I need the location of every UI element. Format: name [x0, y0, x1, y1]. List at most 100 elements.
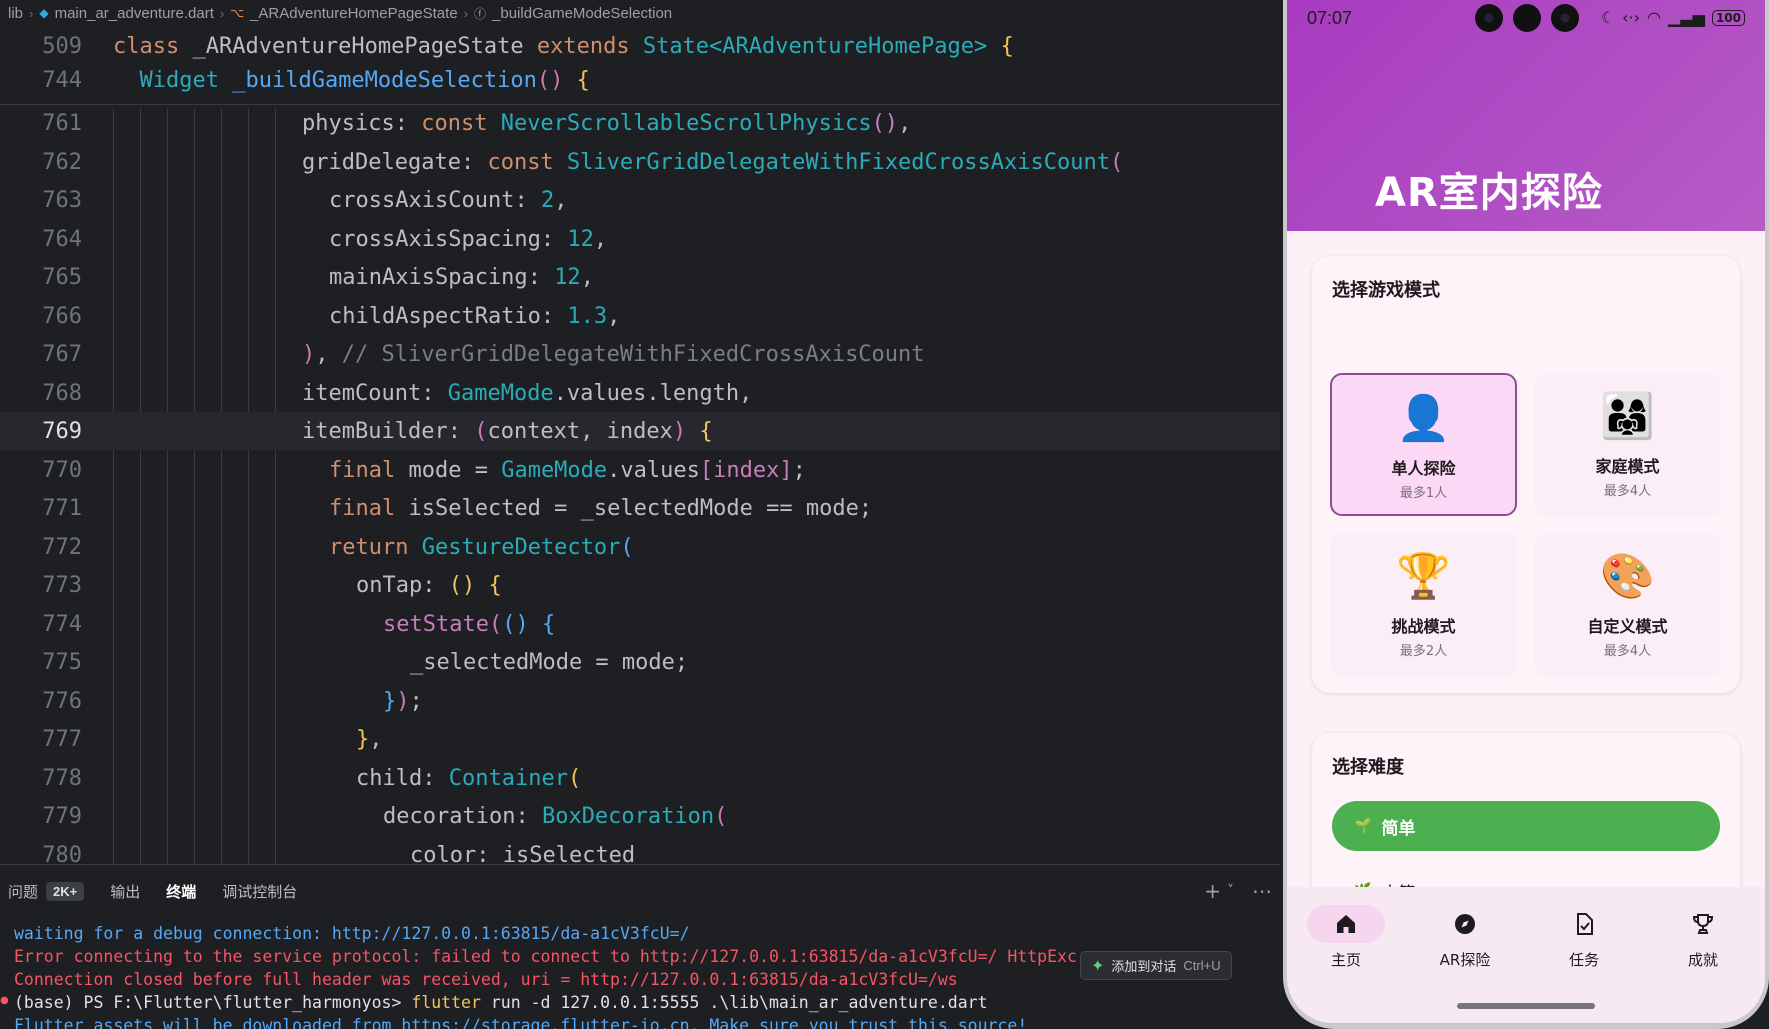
code-text: setState(() { [383, 611, 556, 637]
code-text: return GestureDetector( [329, 534, 634, 560]
mode-capacity: 最多4人 [1603, 484, 1652, 499]
code-text: itemCount: GameMode.values.length, [302, 380, 753, 406]
code-line[interactable]: 774 setState(() { [0, 605, 1280, 643]
dart-file-icon: ◆ [39, 6, 49, 20]
nav-home[interactable]: 主页 [1301, 905, 1391, 970]
nav-tasks[interactable]: 任务 [1539, 905, 1629, 970]
terminal-line: Error connecting to the service protocol… [14, 947, 1077, 966]
line-number: 761 [42, 110, 82, 136]
code-line[interactable]: 766 childAspectRatio: 1.3, [0, 297, 1280, 335]
camera-icon [1551, 4, 1579, 32]
family-icon: 👨‍👩‍👧 [1600, 391, 1655, 442]
tab-label: 终端 [166, 883, 197, 901]
terminal-line: Flutter assets will be downloaded from h… [14, 1016, 1028, 1029]
trophy-icon [1692, 914, 1714, 934]
camera-icon [1513, 4, 1541, 32]
trophy-icon: 🏆 [1396, 551, 1451, 602]
add-terminal-icon[interactable]: + [1204, 879, 1221, 903]
code-line[interactable]: 763 crossAxisCount: 2, [0, 181, 1280, 219]
code-line[interactable]: 773 onTap: () { [0, 566, 1280, 604]
difficulty-easy-button[interactable]: 🌱 简单 [1332, 801, 1720, 851]
mode-tile-family[interactable]: 👨‍👩‍👧 家庭模式 最多4人 [1534, 373, 1721, 516]
nav-icon-container [1545, 905, 1623, 943]
status-time: 07:07 [1307, 7, 1353, 28]
code-line[interactable]: 771 final isSelected = _selectedMode == … [0, 489, 1280, 527]
add-to-chat-button[interactable]: ✦ 添加到对话 Ctrl+U [1080, 951, 1232, 980]
nav-ar-explore[interactable]: AR探险 [1420, 905, 1510, 970]
code-text: crossAxisCount: 2, [329, 187, 568, 213]
task-icon [1577, 913, 1593, 935]
terminal-args: run -d 127.0.0.1:5555 .\lib\main_ar_adve… [480, 993, 988, 1012]
code-line[interactable]: 764 crossAxisSpacing: 12, [0, 220, 1280, 258]
tab-output[interactable]: 输出 [110, 881, 140, 902]
code-editor[interactable]: lib › ◆ main_ar_adventure.dart › ⌥ _ARAd… [0, 0, 1280, 864]
sticky-line[interactable]: 744 Widget _buildGameModeSelection() { [0, 61, 1280, 99]
compass-icon [1455, 914, 1475, 934]
breadcrumb: lib › ◆ main_ar_adventure.dart › ⌥ _ARAd… [0, 0, 1280, 26]
terminal-command-line: (base) PS F:\Flutter\flutter_harmonyos> … [14, 993, 988, 1015]
chevron-right-icon: › [463, 5, 469, 21]
line-number: 765 [42, 264, 82, 290]
code-text: Widget _buildGameModeSelection() { [139, 67, 590, 93]
line-number: 762 [42, 149, 82, 175]
mode-name: 单人探险 [1391, 459, 1456, 478]
code-line[interactable]: 762 gridDelegate: const SliverGridDelega… [0, 143, 1280, 181]
mode-name: 自定义模式 [1587, 617, 1668, 636]
section-title: 选择难度 [1332, 757, 1404, 778]
code-text: decoration: BoxDecoration( [383, 803, 728, 829]
line-number: 772 [42, 534, 82, 560]
code-line[interactable]: 772 return GestureDetector( [0, 528, 1280, 566]
code-line[interactable]: 777 }, [0, 720, 1280, 758]
sticky-line[interactable]: 509 class _ARAdventureHomePageState exte… [0, 27, 1280, 65]
code-line[interactable]: 770 final mode = GameMode.values[index]; [0, 451, 1280, 489]
chevron-down-icon[interactable]: ˅ [1227, 883, 1234, 903]
code-line[interactable]: 780 color: isSelected [0, 836, 1280, 865]
nav-label: 成就 [1687, 951, 1718, 969]
tab-debug-console[interactable]: 调试控制台 [222, 881, 297, 902]
tab-terminal[interactable]: 终端 [166, 881, 196, 902]
phone-screen[interactable]: 07:07 ☾ ‹·› ◠ ▁▃▅ 100 AR室内探险 选择游戏模式 👤 单人… [1287, 0, 1765, 1023]
code-line[interactable]: 761 physics: const NeverScrollableScroll… [0, 104, 1280, 142]
code-text: }); [383, 688, 423, 714]
mode-tile-solo[interactable]: 👤 单人探险 最多1人 [1330, 373, 1517, 516]
line-number: 768 [42, 380, 82, 406]
mode-tile-challenge[interactable]: 🏆 挑战模式 最多2人 [1330, 533, 1517, 676]
line-number: 767 [42, 341, 82, 367]
code-line[interactable]: 767 ), // SliverGridDelegateWithFixedCro… [0, 335, 1280, 373]
breadcrumb-root[interactable]: lib [8, 5, 23, 22]
code-text: final isSelected = _selectedMode == mode… [329, 495, 873, 521]
code-line[interactable]: 778 child: Container( [0, 759, 1280, 797]
panel-actions: + ˅ ⋯ [1204, 879, 1272, 903]
code-line-current[interactable]: 769 itemBuilder: (context, index) { [0, 412, 1280, 450]
camera-cutout [1475, 4, 1579, 32]
code-line[interactable]: 776 }); [0, 682, 1280, 720]
code-text: childAspectRatio: 1.3, [329, 303, 621, 329]
code-text: final mode = GameMode.values[index]; [329, 457, 806, 483]
status-icons: ☾ ‹·› ◠ ▁▃▅ 100 [1601, 8, 1745, 27]
code-line[interactable]: 768 itemCount: GameMode.values.length, [0, 374, 1280, 412]
code-line[interactable]: 765 mainAxisSpacing: 12, [0, 258, 1280, 296]
nav-icon-container [1664, 905, 1742, 943]
nav-label: AR探险 [1439, 951, 1491, 969]
code-line[interactable]: 779 decoration: BoxDecoration( [0, 797, 1280, 835]
line-number: 778 [42, 765, 82, 791]
breadcrumb-class[interactable]: _ARAdventureHomePageState [250, 5, 458, 22]
chevron-right-icon: › [29, 5, 34, 21]
terminal-prompt: (base) PS F:\Flutter\flutter_harmonyos> [14, 993, 412, 1012]
mode-tile-custom[interactable]: 🎨 自定义模式 最多4人 [1534, 533, 1721, 676]
terminal-command: flutter [411, 993, 481, 1012]
palette-icon: 🎨 [1600, 551, 1655, 602]
breadcrumb-file[interactable]: main_ar_adventure.dart [55, 5, 214, 22]
chevron-right-icon: › [219, 5, 225, 21]
nav-achievements[interactable]: 成就 [1658, 905, 1748, 970]
tab-problems[interactable]: 问题 2K+ [8, 881, 85, 902]
line-number: 763 [42, 187, 82, 213]
mode-capacity: 最多1人 [1399, 486, 1448, 501]
home-indicator[interactable] [1457, 1003, 1595, 1009]
breadcrumb-method[interactable]: _buildGameModeSelection [492, 5, 672, 22]
more-icon[interactable]: ⋯ [1252, 879, 1272, 903]
method-icon: ⓕ [474, 6, 487, 21]
code-text: mainAxisSpacing: 12, [329, 264, 594, 290]
nav-label: 主页 [1330, 951, 1361, 969]
code-line[interactable]: 775 _selectedMode = mode; [0, 643, 1280, 681]
